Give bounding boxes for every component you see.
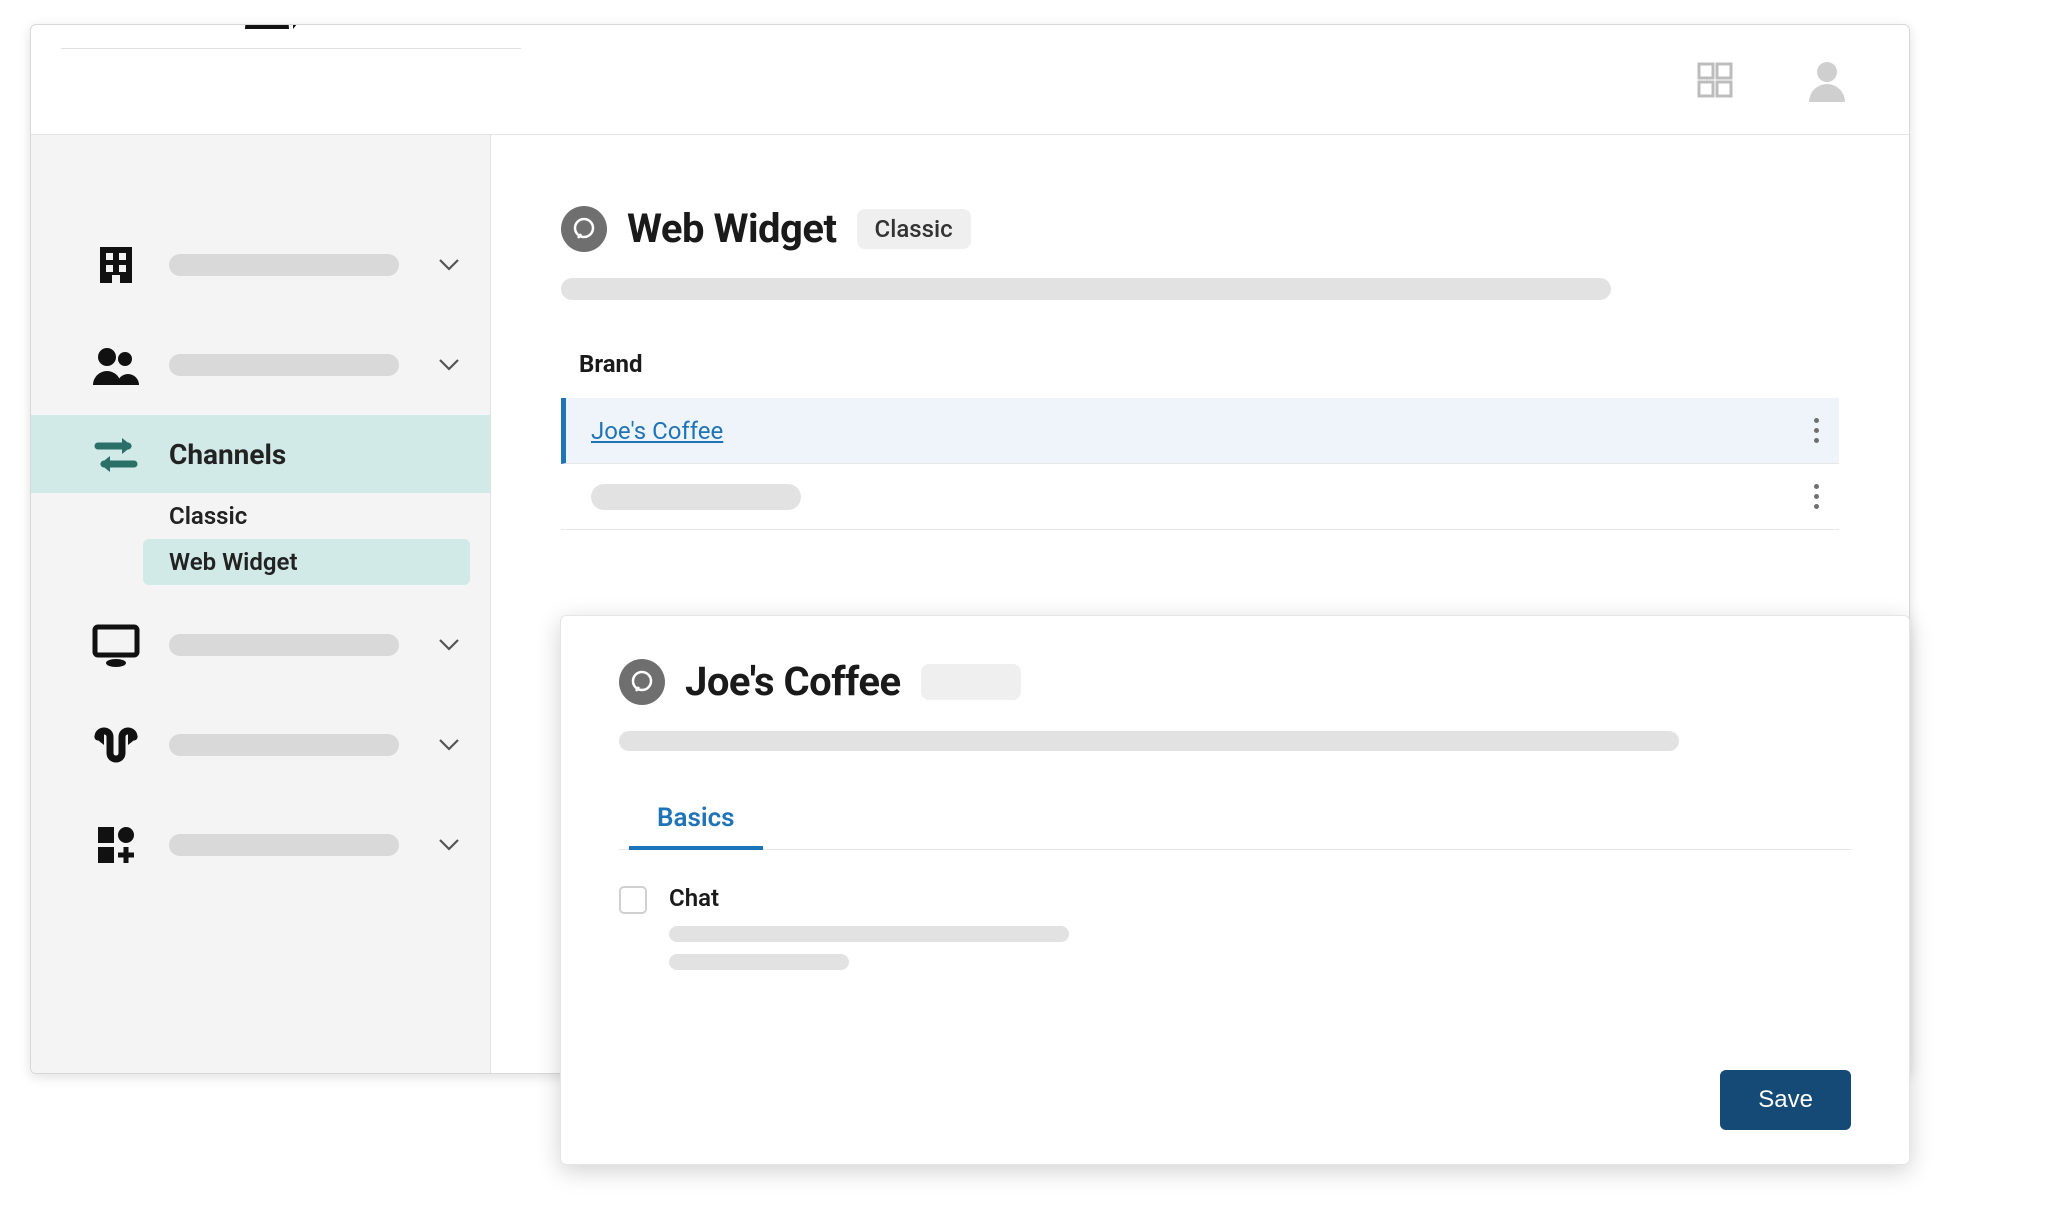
brand-row-selected[interactable]: Joe's Coffee <box>561 398 1839 464</box>
kebab-menu-icon[interactable] <box>1814 484 1819 509</box>
placeholder-bar <box>169 834 399 856</box>
checkbox-chat[interactable] <box>619 886 647 914</box>
option-chat: Chat <box>619 884 1851 970</box>
apps-add-icon <box>89 823 143 867</box>
subnav-item-classic[interactable]: Classic <box>169 493 490 539</box>
brand-row[interactable] <box>561 464 1839 530</box>
option-label-chat: Chat <box>669 884 1069 912</box>
sidebar-item-automations[interactable] <box>31 695 490 795</box>
brand-detail-panel: Joe's Coffee Basics Chat Save <box>560 615 1910 1165</box>
chevron-down-icon <box>438 838 460 852</box>
user-avatar-icon[interactable] <box>1805 58 1849 102</box>
chevron-down-icon <box>438 638 460 652</box>
section-label-brand: Brand <box>579 350 1839 378</box>
tab-placeholder[interactable] <box>985 806 1001 834</box>
sidebar-subnav: Classic Web Widget <box>31 493 490 585</box>
monitor-icon <box>89 623 143 667</box>
people-icon <box>89 345 143 385</box>
page-header: Web Widget Classic <box>561 205 1839 252</box>
placeholder-bar <box>169 734 399 756</box>
placeholder-bar <box>669 954 849 970</box>
sidebar-item-workspaces[interactable] <box>31 595 490 695</box>
kebab-menu-icon[interactable] <box>1814 418 1819 443</box>
placeholder-bar <box>619 731 1679 751</box>
zendesk-logo-icon <box>245 24 337 29</box>
subnav-item-web-widget[interactable]: Web Widget <box>143 539 470 585</box>
placeholder-pill <box>921 664 1021 700</box>
tab-placeholder[interactable] <box>899 806 915 834</box>
chevron-down-icon <box>438 258 460 272</box>
save-button[interactable]: Save <box>1720 1070 1851 1130</box>
placeholder-bar <box>561 278 1611 300</box>
detail-header: Joe's Coffee <box>619 658 1851 705</box>
arrows-exchange-icon <box>89 434 143 474</box>
tab-placeholder[interactable] <box>813 806 829 834</box>
tab-basics[interactable]: Basics <box>649 791 743 849</box>
page-title: Web Widget <box>627 205 837 252</box>
logo-slot <box>61 24 521 49</box>
sidebar-item-label: Channels <box>169 438 460 471</box>
placeholder-bar <box>669 926 1069 942</box>
sidebar: Channels Classic Web Widget <box>31 135 491 1073</box>
page-tag: Classic <box>857 209 971 249</box>
building-icon <box>89 243 143 287</box>
placeholder-bar <box>169 254 399 276</box>
chat-bubble-icon <box>619 659 665 705</box>
sidebar-item-channels[interactable]: Channels <box>31 415 490 493</box>
flow-icon <box>89 723 143 767</box>
placeholder-bar <box>591 484 801 510</box>
save-bar: Save <box>619 1070 1851 1130</box>
chat-bubble-icon <box>561 206 607 252</box>
chevron-down-icon <box>438 738 460 752</box>
detail-title: Joe's Coffee <box>685 658 901 705</box>
brand-name-link[interactable]: Joe's Coffee <box>591 417 723 445</box>
apps-grid-icon[interactable] <box>1695 60 1735 100</box>
sidebar-item-apps[interactable] <box>31 795 490 895</box>
sidebar-item-people[interactable] <box>31 315 490 415</box>
tabs: Basics <box>619 791 1851 850</box>
sidebar-item-company[interactable] <box>31 215 490 315</box>
chevron-down-icon <box>438 358 460 372</box>
placeholder-bar <box>169 634 399 656</box>
placeholder-bar <box>169 354 399 376</box>
